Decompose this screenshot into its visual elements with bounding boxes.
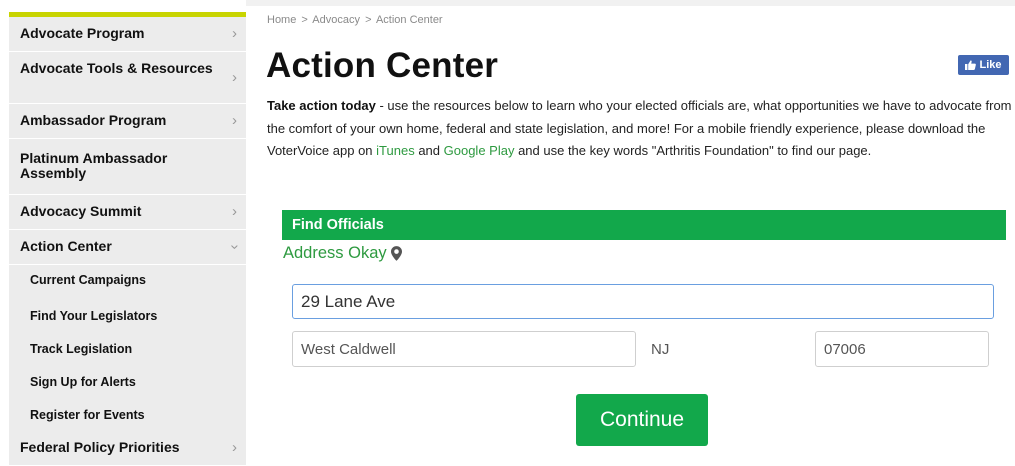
breadcrumb-home[interactable]: Home [267, 14, 296, 26]
sidebar-item-advocate-tools[interactable]: Advocate Tools & Resources › [9, 52, 246, 104]
sidebar-subitem-current-campaigns[interactable]: Current Campaigns [9, 265, 246, 299]
street-address-input[interactable] [292, 284, 994, 319]
sidebar-item-advocate-program[interactable]: Advocate Program › [9, 17, 246, 52]
sidebar-subitem-track-legislation[interactable]: Track Legislation [9, 332, 246, 365]
chevron-down-icon: › [226, 244, 244, 250]
intro-paragraph: Take action today - use the resources be… [267, 95, 1015, 163]
breadcrumb-advocacy[interactable]: Advocacy [312, 14, 360, 26]
page-title: Action Center [266, 46, 499, 85]
sidebar-item-label: Advocate Program [20, 25, 145, 41]
sidebar-item-platinum-ambassador-assembly[interactable]: Platinum Ambassador Assembly [9, 139, 246, 195]
like-label: Like [979, 59, 1002, 71]
google-play-link[interactable]: Google Play [444, 143, 515, 158]
itunes-link[interactable]: iTunes [376, 143, 415, 158]
address-status: Address Okay [283, 244, 402, 263]
state-value[interactable]: NJ [651, 341, 669, 358]
sidebar-subitem-register-for-events[interactable]: Register for Events [9, 398, 246, 431]
sidebar-subitem-find-your-legislators[interactable]: Find Your Legislators [9, 299, 246, 332]
sidebar-item-ambassador-program[interactable]: Ambassador Program › [9, 104, 246, 139]
sidebar-item-label: Action Center [20, 238, 112, 254]
sidebar-item-action-center[interactable]: Action Center › [9, 230, 246, 265]
intro-text: and [414, 143, 444, 158]
intro-text: and use the key words "Arthritis Foundat… [514, 143, 872, 158]
sidebar-item-federal-policy-priorities[interactable]: Federal Policy Priorities › [9, 431, 246, 466]
sidebar-nav: Advocate Program › Advocate Tools & Reso… [9, 17, 246, 466]
breadcrumb-current: Action Center [375, 14, 443, 26]
zip-input[interactable] [815, 331, 989, 367]
sidebar-subitem-sign-up-for-alerts[interactable]: Sign Up for Alerts [9, 365, 246, 398]
facebook-like-button[interactable]: Like [958, 55, 1009, 75]
sidebar-item-label: Advocate Tools & Resources [20, 60, 213, 76]
continue-button[interactable]: Continue [576, 394, 708, 446]
breadcrumb-separator: > [365, 14, 372, 26]
sidebar-item-label: Platinum Ambassador Assembly [20, 150, 168, 181]
chevron-right-icon: › [232, 203, 237, 220]
map-pin-icon [390, 246, 402, 261]
breadcrumb-separator: > [301, 14, 308, 26]
city-input[interactable] [292, 331, 636, 367]
intro-lead: Take action today [267, 98, 376, 113]
sidebar-item-label: Ambassador Program [20, 112, 167, 128]
breadcrumb: Home > Advocacy > Action Center [267, 14, 443, 26]
chevron-right-icon: › [232, 112, 237, 129]
thumbs-up-icon [965, 60, 977, 70]
sidebar-item-advocacy-summit[interactable]: Advocacy Summit › [9, 195, 246, 230]
chevron-right-icon: › [232, 68, 237, 86]
sidebar-item-label: Advocacy Summit [20, 203, 142, 219]
find-officials-header: Find Officials [282, 210, 1006, 240]
sidebar: Advocate Program › Advocate Tools & Reso… [0, 0, 246, 466]
address-status-label: Address Okay [283, 244, 387, 262]
sidebar-item-label: Federal Policy Priorities [20, 439, 180, 455]
chevron-right-icon: › [232, 25, 237, 42]
